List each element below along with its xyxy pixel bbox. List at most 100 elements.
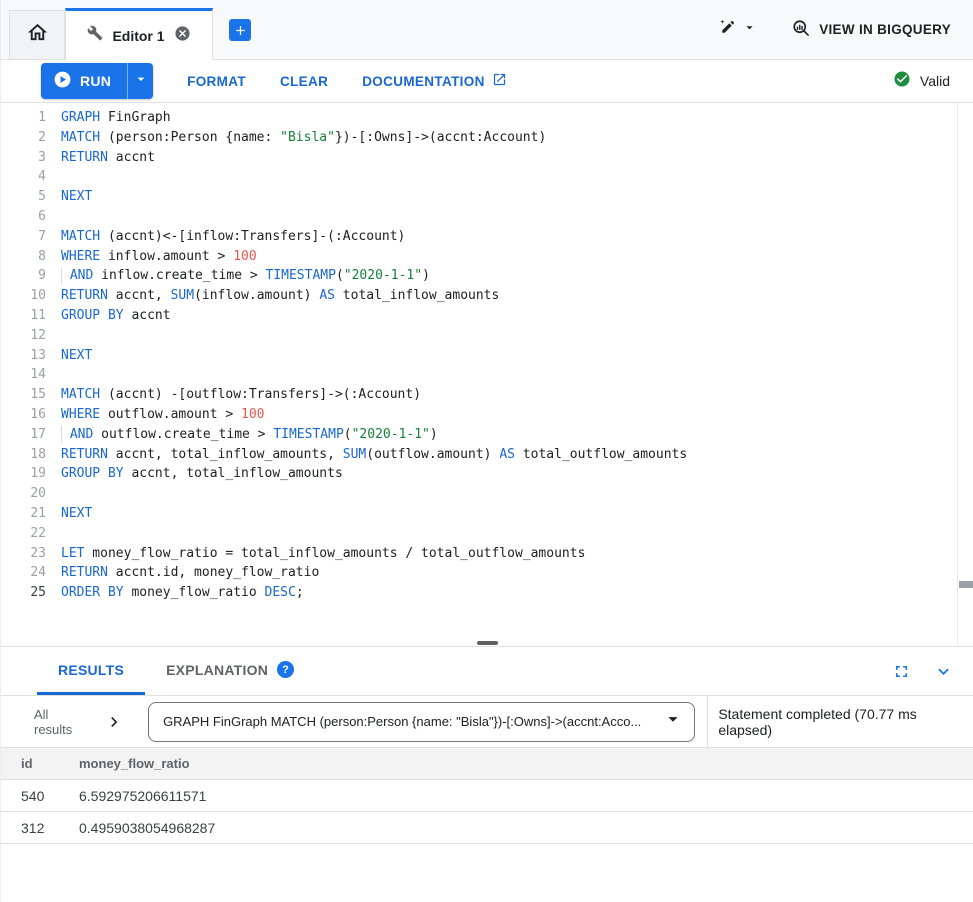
statement-select-dropdown[interactable]: GRAPH FinGraph MATCH (person:Person {nam…: [148, 702, 695, 742]
line-number: 1: [1, 108, 46, 128]
code-line[interactable]: 18 RETURN accnt, total_inflow_amounts, SU…: [1, 445, 973, 465]
column-header-money_flow_ratio: money_flow_ratio: [59, 748, 973, 780]
fullscreen-icon[interactable]: [892, 662, 911, 681]
caret-down-icon: [133, 71, 149, 92]
caret-down-icon: [742, 20, 757, 40]
code-text: NEXT: [61, 187, 92, 207]
line-number: 6: [1, 207, 46, 227]
all-results-breadcrumb[interactable]: All results: [34, 707, 90, 737]
collapse-panel-chevron-down-icon[interactable]: [933, 661, 954, 682]
column-header-id: id: [1, 748, 59, 780]
code-line[interactable]: 21NEXT: [1, 504, 973, 524]
code-text: GROUP BY accnt, total_inflow_amounts: [61, 464, 343, 484]
line-number: 7: [1, 227, 46, 247]
line-number: 16: [1, 405, 46, 425]
code-line[interactable]: 13 NEXT: [1, 346, 973, 366]
open-in-new-icon: [492, 72, 507, 90]
code-line[interactable]: 7 MATCH (accnt)<-[inflow:Transfers]-(:Acc…: [1, 227, 973, 247]
run-button-label: RUN: [80, 73, 111, 89]
code-line[interactable]: 20: [1, 484, 973, 504]
documentation-link[interactable]: DOCUMENTATION: [362, 72, 507, 90]
code-text: AND inflow.create_time > TIMESTAMP("2020…: [61, 266, 430, 286]
code-line[interactable]: 19GROUP BY accnt, total_inflow_amounts: [1, 464, 973, 484]
results-table: idmoney_flow_ratio 5406.5929752066115713…: [1, 747, 973, 844]
code-line[interactable]: 17 AND outflow.create_time > TIMESTAMP("…: [1, 425, 973, 445]
code-text: GRAPH FinGraph: [61, 108, 171, 128]
code-lines: 1 GRAPH FinGraph2MATCH (person:Person {na…: [1, 108, 973, 603]
run-options-caret[interactable]: [127, 63, 153, 99]
line-number: 17: [1, 425, 46, 445]
code-line[interactable]: 25 ORDER BY money_flow_ratio DESC;: [1, 583, 973, 603]
wrench-icon: [87, 25, 103, 46]
code-line[interactable]: 22: [1, 524, 973, 544]
explanation-tab-label: EXPLANATION: [166, 662, 268, 678]
close-tab-icon[interactable]: [174, 25, 191, 47]
code-line[interactable]: 14: [1, 365, 973, 385]
line-number: 23: [1, 544, 46, 564]
panel-resize-handle[interactable]: [477, 641, 498, 645]
results-tab-label: RESULTS: [58, 662, 124, 678]
validation-status: Valid: [893, 70, 950, 93]
clear-button[interactable]: CLEAR: [280, 74, 328, 89]
code-line[interactable]: 3RETURN accnt: [1, 148, 973, 168]
view-in-bigquery-button[interactable]: VIEW IN BIGQUERY: [787, 14, 961, 45]
code-text: RETURN accnt, total_inflow_amounts, SUM(…: [61, 445, 687, 465]
format-button-label: FORMAT: [187, 74, 246, 89]
chevron-right-icon[interactable]: [104, 712, 124, 732]
code-editor[interactable]: 1 GRAPH FinGraph2MATCH (person:Person {na…: [1, 103, 973, 646]
code-text: MATCH (person:Person {name: "Bisla"})-[:…: [61, 128, 546, 148]
code-text: RETURN accnt.id, money_flow_ratio: [61, 563, 319, 583]
tab-bar: Editor 1: [1, 0, 973, 60]
code-line[interactable]: 10RETURN accnt, SUM(inflow.amount) AS to…: [1, 286, 973, 306]
code-line[interactable]: 15MATCH (accnt) -[outflow:Transfers]->(:…: [1, 385, 973, 405]
code-text: NEXT: [61, 504, 92, 524]
plus-icon: [233, 23, 248, 38]
results-table-header: idmoney_flow_ratio: [1, 748, 973, 780]
code-line[interactable]: 24RETURN accnt.id, money_flow_ratio: [1, 563, 973, 583]
add-editor-tab-button[interactable]: [229, 19, 251, 41]
bigquery-studio-editor: Editor 1: [0, 0, 973, 902]
code-text: WHERE outflow.amount > 100: [61, 405, 265, 425]
results-panel-header: RESULTS EXPLANATION ?: [1, 646, 973, 696]
line-number: 11: [1, 306, 46, 326]
run-button[interactable]: RUN: [41, 63, 127, 99]
code-line[interactable]: 4: [1, 167, 973, 187]
code-line[interactable]: 1 GRAPH FinGraph: [1, 108, 973, 128]
results-header-actions: [892, 647, 973, 695]
check-circle-icon: [893, 70, 911, 93]
editor-scrollbar-track: [957, 103, 958, 646]
code-line[interactable]: 6: [1, 207, 973, 227]
editor-scrollbar-thumb[interactable]: [959, 581, 973, 588]
code-line[interactable]: 16 WHERE outflow.amount > 100: [1, 405, 973, 425]
statement-status-text: Statement completed (70.77 ms elapsed): [718, 706, 973, 738]
play-circle-icon: [53, 70, 72, 92]
code-line[interactable]: 11GROUP BY accnt: [1, 306, 973, 326]
line-number: 13: [1, 346, 46, 366]
tab-explanation[interactable]: EXPLANATION ?: [145, 647, 315, 695]
code-line[interactable]: 12: [1, 326, 973, 346]
tab-home[interactable]: [9, 10, 65, 59]
gemini-assist-button[interactable]: [713, 13, 761, 47]
line-number: 12: [1, 326, 46, 346]
code-line[interactable]: 8WHERE inflow.amount > 100: [1, 247, 973, 267]
line-number: 25: [1, 583, 46, 603]
line-number: 15: [1, 385, 46, 405]
code-line[interactable]: 2MATCH (person:Person {name: "Bisla"})-[…: [1, 128, 973, 148]
editor-tab-label: Editor 1: [112, 28, 164, 44]
help-icon[interactable]: ?: [277, 661, 294, 678]
code-line[interactable]: 23LET money_flow_ratio = total_inflow_am…: [1, 544, 973, 564]
tab-bar-actions: VIEW IN BIGQUERY: [713, 0, 961, 59]
query-toolbar: RUN FORMAT CLEAR DOCUMENTATION Valid: [1, 60, 973, 103]
tab-results[interactable]: RESULTS: [37, 647, 145, 695]
code-text: MATCH (accnt)<-[inflow:Transfers]-(:Acco…: [61, 227, 405, 247]
code-text: ORDER BY money_flow_ratio DESC;: [61, 583, 304, 603]
line-number: 18: [1, 445, 46, 465]
tab-editor-1[interactable]: Editor 1: [65, 8, 213, 60]
line-number: 3: [1, 148, 46, 168]
line-number: 8: [1, 247, 46, 267]
code-line[interactable]: 5NEXT: [1, 187, 973, 207]
magnifier-chart-icon: [791, 18, 811, 41]
code-text: NEXT: [61, 346, 92, 366]
code-line[interactable]: 9 AND inflow.create_time > TIMESTAMP("20…: [1, 266, 973, 286]
format-button[interactable]: FORMAT: [187, 74, 246, 89]
